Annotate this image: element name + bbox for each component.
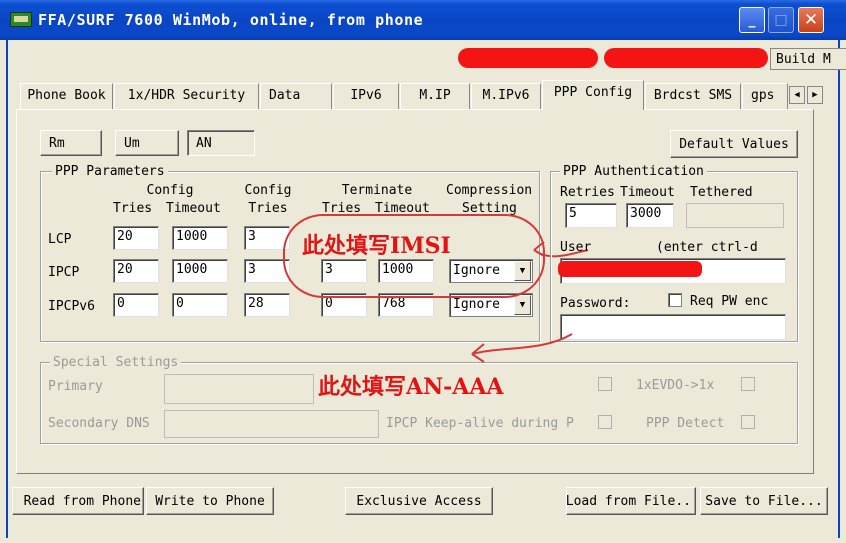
save-to-file-button[interactable]: Save to File...: [700, 487, 828, 515]
redaction-mark: [604, 48, 768, 68]
tethered-field: [686, 203, 784, 228]
auth-timeout-input[interactable]: 3000: [626, 203, 674, 228]
req-pw-label: Req PW enc: [690, 294, 769, 309]
default-values-button[interactable]: Default Values: [670, 130, 798, 158]
password-input[interactable]: [560, 314, 786, 340]
row-label-lcp: LCP: [48, 232, 72, 247]
header-tries: Tries: [113, 201, 153, 216]
tab-scroll-left-icon[interactable]: ◀: [789, 86, 805, 104]
ipcpv6-config-tries2-input[interactable]: 28: [244, 293, 290, 317]
lcp-config-timeout-input[interactable]: 1000: [172, 226, 228, 250]
tab-scroll-right-icon[interactable]: ▶: [807, 86, 823, 104]
ipcp-config-tries-input[interactable]: 20: [113, 259, 159, 283]
ppp-detect-label: PPP Detect: [646, 416, 725, 431]
password-label: Password:: [560, 296, 631, 311]
close-button[interactable]: ✕: [798, 7, 824, 33]
ipcpv6-config-tries-input[interactable]: 0: [113, 293, 159, 317]
user-label: User: [560, 240, 592, 255]
tab-ipv6[interactable]: IPv6: [333, 83, 399, 110]
exclusive-access-button[interactable]: Exclusive Access: [345, 487, 493, 515]
tab-ppp-config[interactable]: PPP Config: [542, 80, 644, 110]
ppp-auth-title: PPP Authentication: [560, 164, 707, 179]
primary-dns-input: [164, 374, 314, 404]
redaction-mark: [558, 261, 702, 277]
header-terminate: Terminate: [341, 183, 413, 198]
annotation-arrow-icon: [471, 333, 573, 363]
secondary-dns-label: Secondary DNS: [48, 416, 150, 431]
user-hint: (enter ctrl-d: [656, 240, 758, 255]
tethered-label: Tethered: [690, 185, 753, 200]
header-config: Config: [146, 183, 194, 198]
row-label-ipcp: IPCP: [48, 265, 80, 280]
app-icon: [10, 12, 32, 27]
minimize-button[interactable]: _: [739, 7, 765, 33]
lcp-config-tries-input[interactable]: 20: [113, 226, 159, 250]
annotation-imsi: 此处填写IMSI: [302, 233, 451, 259]
build-info: Build M: [770, 48, 846, 70]
title-bar[interactable]: FFA/SURF 7600 WinMob, online, from phone…: [0, 0, 846, 40]
rm-button[interactable]: Rm: [40, 130, 102, 156]
header-timeout: Timeout: [166, 201, 221, 216]
keepalive-label: IPCP Keep-alive during P: [386, 416, 574, 431]
tab-security[interactable]: 1x/HDR Security: [114, 83, 259, 110]
annotation-an-aaa: 此处填写AN-AAA: [318, 374, 504, 400]
ipcpv6-compression-value: Ignore: [453, 297, 500, 312]
evdo-checkbox: [741, 377, 755, 391]
header-config-2: Config: [244, 183, 292, 198]
special-checkbox: [598, 377, 612, 391]
ppp-parameters-title: PPP Parameters: [52, 164, 168, 179]
req-pw-checkbox[interactable]: [668, 293, 682, 307]
row-label-ipcpv6: IPCPv6: [48, 299, 95, 314]
keepalive-checkbox: [598, 415, 612, 429]
window-title: FFA/SURF 7600 WinMob, online, from phone: [38, 11, 424, 29]
an-button[interactable]: AN: [187, 130, 255, 156]
tab-data[interactable]: Data: [260, 83, 332, 110]
tab-phone-book[interactable]: Phone Book: [20, 83, 113, 110]
tab-brdcst-sms[interactable]: Brdcst SMS: [645, 83, 741, 110]
tab-mip[interactable]: M.IP: [400, 83, 470, 110]
timeout-label: Timeout: [620, 185, 675, 200]
tab-mipv6[interactable]: M.IPv6: [471, 83, 541, 110]
secondary-dns-input: [164, 410, 379, 438]
maximize-button[interactable]: □: [768, 7, 794, 33]
ipcpv6-config-timeout-input[interactable]: 0: [172, 293, 228, 317]
chevron-down-icon[interactable]: ▼: [514, 295, 531, 315]
retries-label: Retries: [560, 185, 615, 200]
ppp-detect-checkbox: [741, 415, 755, 429]
special-settings-title: Special Settings: [50, 355, 182, 370]
ipcp-config-timeout-input[interactable]: 1000: [172, 259, 228, 283]
header-tries-2: Tries: [248, 201, 288, 216]
redaction-mark: [458, 48, 598, 68]
write-to-phone-button[interactable]: Write to Phone: [146, 487, 274, 515]
tab-gps[interactable]: gps: [742, 83, 788, 110]
load-from-file-button[interactable]: Load from File..: [566, 487, 696, 515]
um-button[interactable]: Um: [115, 130, 179, 156]
read-from-phone-button[interactable]: Read from Phone: [12, 487, 144, 515]
primary-dns-label: Primary: [48, 379, 103, 394]
evdo-label: 1xEVDO->1x: [636, 378, 715, 393]
header-compression: Compression: [446, 183, 533, 198]
retries-input[interactable]: 5: [565, 203, 617, 228]
